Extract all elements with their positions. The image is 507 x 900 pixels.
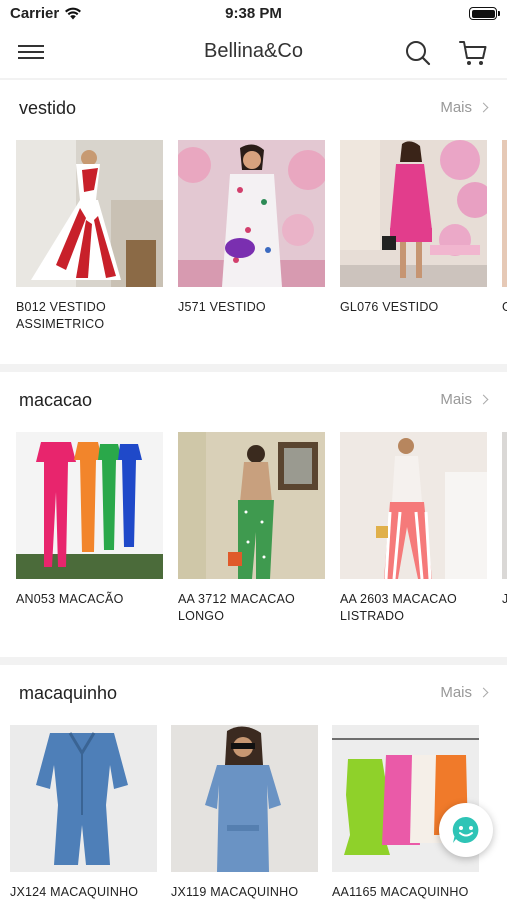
product-image — [502, 432, 507, 579]
product-name: AA1165 MACAQUINHO — [332, 885, 469, 899]
product-card[interactable]: AA 3712 MACACAO LONGO — [178, 432, 325, 625]
product-image — [10, 725, 157, 872]
category-section-vestido: vestido Mais B012 VESTIDO ASSIMETRICO J5… — [0, 80, 507, 364]
section-title: vestido — [19, 98, 77, 118]
product-image — [340, 140, 487, 287]
chat-bubble-icon — [452, 816, 479, 843]
section-title: macacao — [19, 390, 93, 410]
product-image — [340, 432, 487, 579]
product-image — [502, 140, 507, 287]
product-name: JX124 MACAQUINHO — [10, 885, 139, 899]
product-card[interactable]: J — [502, 432, 507, 625]
product-image — [178, 432, 325, 579]
see-more-link[interactable]: Mais — [440, 391, 489, 408]
status-bar: Carrier 9:38 PM — [0, 0, 507, 28]
product-card[interactable]: G — [502, 140, 507, 333]
see-more-label: Mais — [440, 391, 472, 408]
product-image — [16, 140, 163, 287]
product-name: J571 VESTIDO — [178, 300, 266, 314]
see-more-label: Mais — [440, 684, 472, 701]
see-more-label: Mais — [440, 99, 472, 116]
home-feed[interactable]: vestido Mais B012 VESTIDO ASSIMETRICO J5… — [0, 78, 507, 900]
battery-icon — [469, 7, 500, 20]
battery-fill — [471, 9, 495, 18]
product-card[interactable]: GL076 VESTIDO — [340, 140, 487, 333]
product-card[interactable]: JX119 MACAQUINHO — [171, 725, 318, 900]
product-image — [178, 140, 325, 287]
product-name: AA 2603 MACACAO LISTRADO — [340, 592, 457, 623]
chevron-right-icon — [478, 687, 489, 698]
product-name: B012 VESTIDO ASSIMETRICO — [16, 300, 106, 331]
see-more-link[interactable]: Mais — [440, 684, 489, 701]
chevron-right-icon — [478, 394, 489, 405]
chevron-right-icon — [478, 102, 489, 113]
search-icon[interactable] — [404, 39, 432, 67]
category-section-macaquinho: macaquinho Mais JX124 MACAQUINHO JX119 M… — [0, 665, 507, 900]
section-title: macaquinho — [19, 683, 118, 703]
category-section-macacao: macacao Mais AN053 MACACÃO AA 3712 MACAC… — [0, 372, 507, 657]
product-card[interactable]: AA 2603 MACACAO LISTRADO — [340, 432, 487, 625]
hamburger-menu-icon[interactable] — [18, 41, 48, 65]
product-name: JX119 MACAQUINHO — [171, 885, 299, 899]
product-name: AN053 MACACÃO — [16, 592, 124, 606]
product-card[interactable]: J571 VESTIDO — [178, 140, 325, 333]
product-card[interactable]: AN053 MACACÃO — [16, 432, 163, 625]
product-card[interactable]: JX124 MACAQUINHO — [10, 725, 157, 900]
product-name: G — [502, 299, 507, 316]
product-image — [16, 432, 163, 579]
product-name: GL076 VESTIDO — [340, 300, 439, 314]
chat-support-button[interactable] — [439, 803, 493, 857]
clock: 9:38 PM — [225, 5, 282, 22]
product-name: J — [502, 592, 507, 606]
top-navbar: Bellina&Co — [0, 28, 507, 78]
cart-icon[interactable] — [458, 38, 488, 68]
see-more-link[interactable]: Mais — [440, 99, 489, 116]
product-image — [171, 725, 318, 872]
product-name: AA 3712 MACACAO LONGO — [178, 592, 295, 623]
product-card[interactable]: B012 VESTIDO ASSIMETRICO — [16, 140, 163, 333]
